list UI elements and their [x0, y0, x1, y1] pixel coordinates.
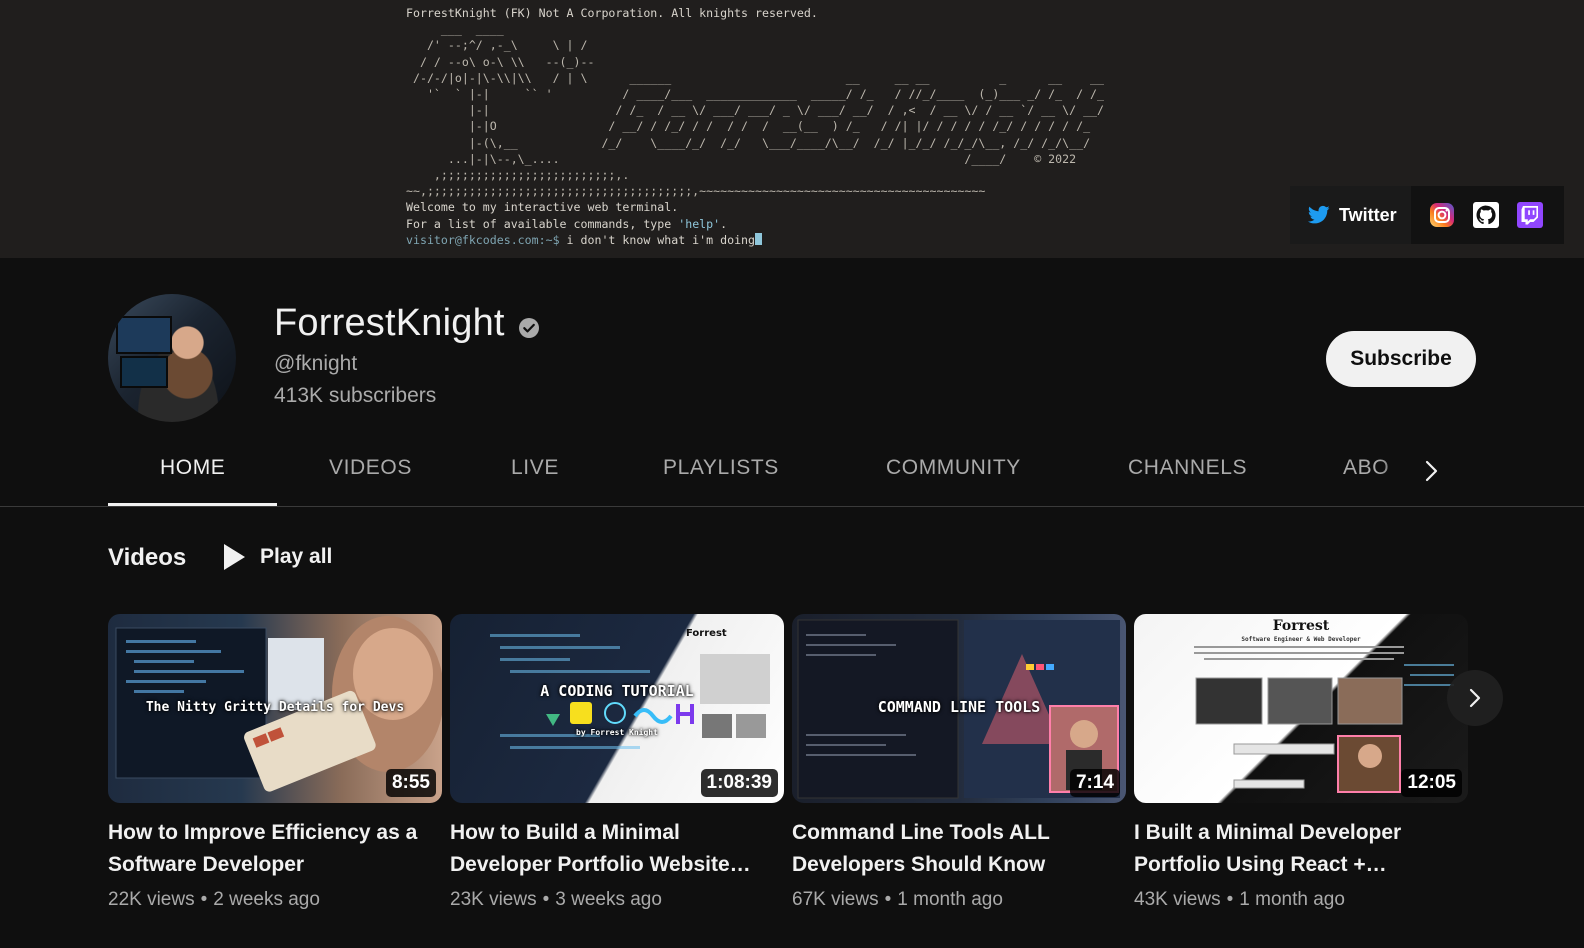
- meta-separator: •: [884, 889, 892, 910]
- twitter-label: Twitter: [1339, 204, 1397, 225]
- video-age: 3 weeks ago: [555, 889, 662, 910]
- channel-handle: @fknight: [274, 352, 358, 375]
- twitter-icon: [1308, 205, 1330, 224]
- video-views: 22K views: [108, 889, 195, 910]
- play-icon: [224, 544, 245, 570]
- verified-badge-icon: [519, 318, 539, 338]
- banner-links: Twitter: [1290, 186, 1564, 244]
- tab-community[interactable]: COMMUNITY: [886, 456, 1021, 480]
- terminal-prompt: visitor@fkcodes.com:~$: [406, 232, 560, 247]
- terminal-window: ForrestKnight (FK) Not A Corporation. Al…: [406, 5, 1104, 248]
- video-thumbnail[interactable]: The Nitty Gritty Details for Devs 8:55: [108, 614, 442, 803]
- video-title[interactable]: Command Line Tools ALL Developers Should…: [792, 817, 1122, 881]
- chevron-right-icon: [1469, 688, 1481, 708]
- terminal-help-command: 'help': [678, 216, 721, 231]
- video-views: 23K views: [450, 889, 537, 910]
- channel-name: ForrestKnight: [274, 302, 505, 344]
- video-title[interactable]: I Built a Minimal Developer Portfolio Us…: [1134, 817, 1464, 881]
- instagram-link[interactable]: [1429, 202, 1455, 228]
- terminal-help-prefix: For a list of available commands, type: [406, 216, 679, 231]
- video-card[interactable]: Forrest A CODING TUTORIAL by Forrest Kni…: [450, 614, 784, 911]
- tab-channels[interactable]: CHANNELS: [1128, 456, 1247, 480]
- active-tab-indicator: [108, 503, 277, 506]
- tabs-chevron-right-icon[interactable]: [1418, 458, 1444, 484]
- tab-playlists[interactable]: PLAYLISTS: [663, 456, 779, 480]
- video-thumbnail[interactable]: Forrest Software Engineer & Web Develope…: [1134, 614, 1468, 803]
- video-title[interactable]: How to Build a Minimal Developer Portfol…: [450, 817, 780, 881]
- avatar-monitor: [116, 316, 172, 354]
- terminal-input[interactable]: i don't know what i'm doing: [560, 233, 755, 247]
- video-thumbnail[interactable]: COMMAND LINE TOOLS 7:14: [792, 614, 1126, 803]
- twitch-icon: [1516, 202, 1543, 228]
- video-age: 2 weeks ago: [213, 889, 320, 910]
- video-meta: 23K views • 3 weeks ago: [450, 889, 784, 911]
- terminal-help-suffix: .: [720, 216, 728, 231]
- terminal-wave-line: ~~,;;;;;;;;;;;;;;;;;;;;;;;;;;;;;;;;;;;;;…: [406, 184, 986, 199]
- twitter-link[interactable]: Twitter: [1290, 186, 1411, 244]
- tab-videos[interactable]: VIDEOS: [329, 456, 412, 480]
- meta-separator: •: [200, 889, 208, 910]
- video-age: 1 month ago: [1239, 889, 1345, 910]
- instagram-icon: [1429, 203, 1454, 227]
- video-meta: 22K views • 2 weeks ago: [108, 889, 442, 911]
- thumbnail-subcaption: Software Engineer & Web Developer: [1241, 636, 1361, 643]
- channel-avatar[interactable]: [108, 294, 236, 422]
- tab-home[interactable]: HOME: [160, 456, 225, 480]
- terminal-welcome: Welcome to my interactive web terminal.: [406, 200, 679, 215]
- video-duration: 12:05: [1401, 769, 1462, 797]
- video-card[interactable]: COMMAND LINE TOOLS 7:14 Command Line Too…: [792, 614, 1126, 911]
- thumbnail-caption: The Nitty Gritty Details for Devs: [145, 700, 405, 715]
- subscriber-count: 413K subscribers: [274, 384, 437, 407]
- video-duration: 8:55: [385, 769, 436, 797]
- ascii-art-logo: ___ ____ /' --;^/ ,-_\ \ | / / / --o\ o-…: [412, 22, 1105, 183]
- thumbnail-subcaption: by Forrest Knight: [576, 728, 658, 737]
- video-age: 1 month ago: [897, 889, 1003, 910]
- thumbnail-name-text: Forrest: [686, 628, 727, 639]
- terminal-cursor: [755, 232, 763, 245]
- meta-separator: •: [1226, 889, 1234, 910]
- github-link[interactable]: [1472, 202, 1499, 228]
- video-views: 43K views: [1134, 889, 1221, 910]
- tabs-fade: [1380, 440, 1410, 502]
- shelf-next-button[interactable]: [1447, 670, 1503, 726]
- video-meta: 67K views • 1 month ago: [792, 889, 1126, 911]
- video-thumbnail[interactable]: Forrest A CODING TUTORIAL by Forrest Kni…: [450, 614, 784, 803]
- tab-live[interactable]: LIVE: [511, 456, 559, 480]
- play-all-button[interactable]: Play all: [222, 543, 332, 571]
- channel-tabs: HOME VIDEOS LIVE PLAYLISTS COMMUNITY CHA…: [0, 440, 1584, 507]
- thumbnail-caption: COMMAND LINE TOOLS: [877, 698, 1041, 716]
- terminal-copyright: ForrestKnight (FK) Not A Corporation. Al…: [406, 6, 818, 20]
- video-card[interactable]: Forrest Software Engineer & Web Develope…: [1134, 614, 1468, 911]
- play-all-label: Play all: [260, 545, 333, 568]
- video-card[interactable]: The Nitty Gritty Details for Devs 8:55 H…: [108, 614, 442, 911]
- github-icon: [1472, 202, 1499, 228]
- subscribe-button[interactable]: Subscribe: [1326, 331, 1476, 387]
- video-duration: 1:08:39: [700, 769, 778, 797]
- channel-banner: ForrestKnight (FK) Not A Corporation. Al…: [0, 0, 1584, 258]
- shelf-title[interactable]: Videos: [108, 544, 186, 572]
- video-title[interactable]: How to Improve Efficiency as a Software …: [108, 817, 438, 881]
- avatar-monitor-lower: [120, 356, 168, 388]
- thumbnail-caption: A CODING TUTORIAL: [540, 682, 694, 700]
- video-duration: 7:14: [1069, 769, 1120, 797]
- video-meta: 43K views • 1 month ago: [1134, 889, 1468, 911]
- thumbnail-caption: Forrest: [1272, 618, 1330, 634]
- meta-separator: •: [542, 889, 550, 910]
- video-views: 67K views: [792, 889, 879, 910]
- twitch-link[interactable]: [1516, 202, 1543, 228]
